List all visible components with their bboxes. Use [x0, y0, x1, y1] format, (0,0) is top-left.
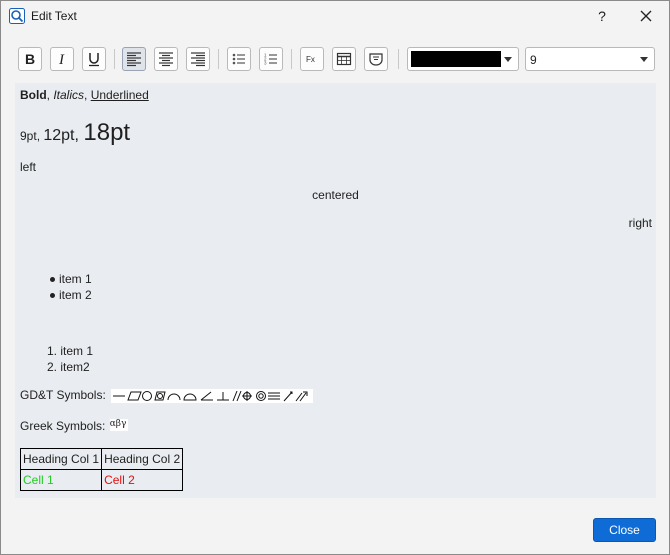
- table-row: Heading Col 1 Heading Col 2: [19, 448, 184, 470]
- bullet-item-text: item 2: [59, 288, 92, 302]
- table-header-cell: Heading Col 2: [101, 448, 184, 470]
- bullet-list-icon: [232, 53, 245, 65]
- bullet-icon: [50, 277, 55, 283]
- help-button[interactable]: ?: [591, 6, 613, 26]
- symbol-icon: [369, 53, 383, 66]
- toolbar-separator: [291, 49, 292, 69]
- size-9-sample: 9pt: [20, 129, 37, 143]
- size-18-sample: 18pt: [83, 119, 131, 146]
- list-item: 1. item 1: [47, 344, 93, 358]
- window-title: Edit Text: [31, 9, 77, 23]
- bullet-list-button[interactable]: [227, 47, 251, 71]
- svg-text:I: I: [58, 52, 65, 67]
- table-icon: [336, 52, 352, 66]
- gdt-symbols-image: [111, 388, 314, 403]
- italic-icon: I: [58, 52, 65, 67]
- greek-symbols-image: αβγ: [109, 419, 128, 431]
- separator: ,: [84, 88, 91, 102]
- sample-table: Heading Col 1 Heading Col 2 Cell 1 Cell …: [19, 448, 184, 491]
- rich-text-editor[interactable]: Bold, Italics, Underlined 9pt, 12pt, 18p…: [15, 83, 656, 498]
- align-left-button[interactable]: [122, 47, 146, 71]
- toolbar-separator: [114, 49, 115, 69]
- close-window-icon[interactable]: [633, 5, 659, 27]
- close-button[interactable]: Close: [593, 518, 656, 542]
- font-color-swatch: [411, 51, 501, 67]
- numbered-list-icon: 123: [264, 53, 277, 66]
- svg-text:B: B: [25, 51, 35, 67]
- table-cell: Cell 2: [101, 469, 184, 491]
- numbered-item-text: item2: [60, 360, 90, 374]
- center-aligned-text: centered: [312, 188, 359, 202]
- italic-button[interactable]: I: [50, 47, 74, 71]
- font-size-sample-line: 9pt, 12pt, 18pt: [20, 119, 130, 147]
- chevron-down-icon: [504, 57, 512, 62]
- list-item: item 2: [50, 288, 92, 302]
- greek-symbols-line: Greek Symbols: αβγ: [20, 419, 128, 433]
- gdt-label: GD&T Symbols:: [20, 388, 106, 402]
- align-right-icon: [191, 52, 205, 67]
- toolbar-separator: [398, 49, 399, 69]
- table-row: Cell 1 Cell 2: [19, 469, 184, 491]
- italic-sample: Italics: [53, 88, 85, 102]
- list-item: 2. item2: [47, 360, 90, 374]
- formula-icon: Fx: [306, 55, 315, 64]
- table-header-cell: Heading Col 1: [19, 448, 103, 470]
- formatting-toolbar: B I 1 2 3 Fx 9: [15, 45, 657, 75]
- list-number: 2.: [47, 360, 58, 374]
- app-search-icon: [9, 8, 25, 24]
- font-color-dropdown[interactable]: [407, 47, 519, 71]
- format-sample-line: Bold, Italics, Underlined: [20, 88, 149, 102]
- list-item: item 1: [50, 272, 92, 286]
- bullet-icon: [50, 293, 55, 299]
- font-size-dropdown[interactable]: 9: [525, 47, 655, 71]
- formula-button[interactable]: Fx: [300, 47, 324, 71]
- bullet-item-text: item 1: [59, 272, 92, 286]
- insert-table-button[interactable]: [332, 47, 356, 71]
- edit-text-dialog: Edit Text ? B I 1 2 3 Fx 9 Bold, Italics…: [0, 0, 670, 555]
- svg-text:Fx: Fx: [306, 55, 315, 64]
- chevron-down-icon: [640, 57, 648, 62]
- gdt-symbols-line: GD&T Symbols:: [20, 388, 314, 403]
- align-right-button[interactable]: [186, 47, 210, 71]
- left-aligned-text: left: [20, 160, 37, 174]
- title-bar: Edit Text ?: [1, 1, 669, 32]
- numbered-item-text: item 1: [60, 344, 94, 358]
- underline-icon: [89, 53, 99, 67]
- bold-sample: Bold: [20, 88, 47, 102]
- align-center-button[interactable]: [154, 47, 178, 71]
- underline-sample: Underlined: [90, 88, 149, 102]
- align-center-icon: [159, 52, 173, 67]
- bold-icon: B: [25, 51, 35, 67]
- greek-label: Greek Symbols:: [20, 419, 106, 433]
- insert-symbol-button[interactable]: [364, 47, 388, 71]
- list-number: 1.: [47, 344, 58, 358]
- numbered-list-button[interactable]: 123: [259, 47, 283, 71]
- toolbar-separator: [218, 49, 219, 69]
- size-12-sample: 12pt: [43, 127, 75, 144]
- align-left-icon: [127, 52, 141, 67]
- underline-button[interactable]: [82, 47, 106, 71]
- table-cell: Cell 1: [19, 469, 103, 491]
- bold-button[interactable]: B: [18, 47, 42, 71]
- right-aligned-text: right: [628, 216, 652, 230]
- svg-text:3: 3: [264, 61, 267, 66]
- font-size-value: 9: [530, 53, 537, 67]
